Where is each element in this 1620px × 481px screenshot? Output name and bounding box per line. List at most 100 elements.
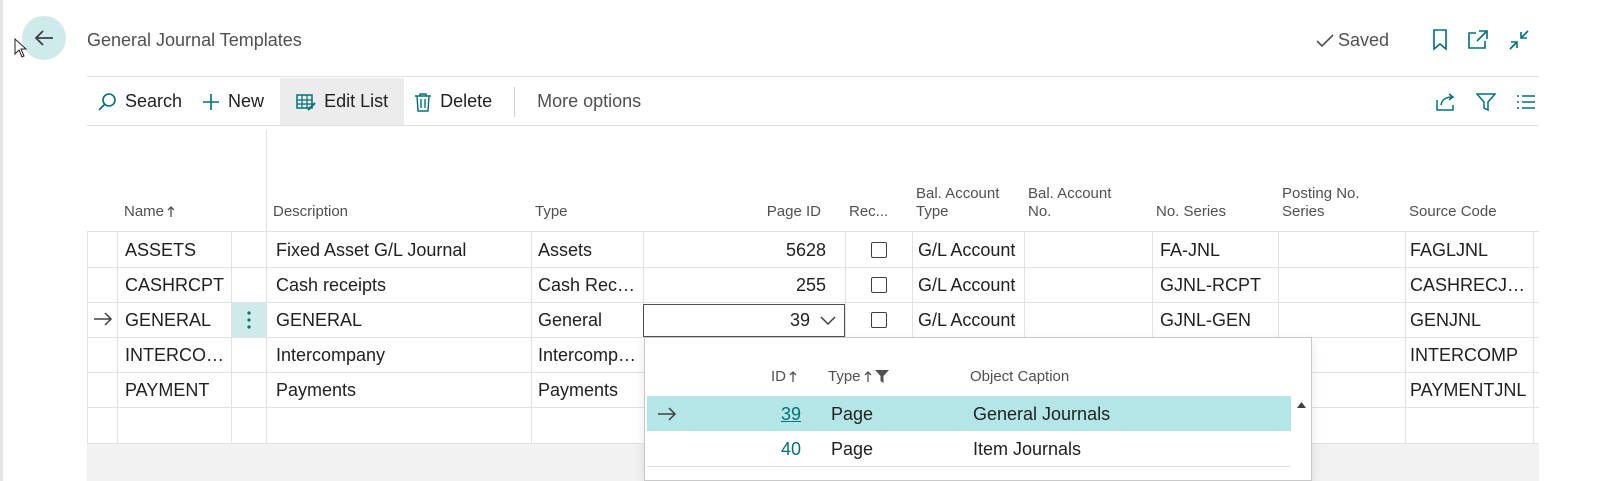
collapse-icon (1509, 30, 1529, 50)
search-button[interactable]: Search (87, 78, 192, 125)
cell-description[interactable]: Fixed Asset G/L Journal (276, 240, 526, 261)
cell-no-series[interactable]: GJNL-GEN (1160, 310, 1276, 331)
cell-source-code[interactable]: GENJNL (1410, 310, 1530, 331)
cell-source-code[interactable]: PAYMENTJNL (1410, 380, 1530, 401)
scroll-up-icon[interactable] (1297, 402, 1306, 408)
lookup-scrollbar[interactable] (1291, 396, 1311, 480)
lookup-header-id[interactable]: ID (771, 368, 797, 385)
sort-ascending-icon (167, 206, 175, 217)
recurring-checkbox[interactable] (871, 242, 887, 258)
cell-name[interactable]: ASSETS (125, 240, 229, 261)
cell-description[interactable]: Payments (276, 380, 526, 401)
posting-no-series-line1: Posting No. (1282, 185, 1360, 202)
cell-bal-account-type[interactable]: G/L Account (918, 240, 1022, 261)
lookup-row[interactable]: 40 Page Item Journals (647, 431, 1291, 466)
back-button[interactable] (22, 16, 66, 60)
grid-vline (912, 231, 913, 337)
cell-no-series[interactable]: GJNL-RCPT (1160, 275, 1276, 296)
cell-page-id[interactable]: 255 (650, 275, 826, 296)
row-arrow-icon (658, 407, 677, 421)
chevron-down-icon[interactable] (820, 315, 836, 326)
frozen-column-separator (266, 130, 267, 443)
column-header-name[interactable]: Name (124, 203, 175, 221)
action-separator (514, 86, 516, 117)
cell-bal-account-type[interactable]: G/L Account (918, 275, 1022, 296)
saved-label: Saved (1338, 30, 1390, 50)
row-actions-button[interactable] (232, 303, 266, 337)
cell-source-code[interactable]: INTERCOMP (1410, 345, 1530, 366)
open-new-window-icon (1468, 30, 1488, 49)
page-id-lookup-field[interactable]: 39 (643, 304, 845, 337)
cell-type[interactable]: Intercompa... (538, 345, 641, 366)
delete-button[interactable]: Delete (404, 78, 502, 125)
edit-list-button[interactable]: Edit List (280, 78, 405, 125)
lookup-cell-id[interactable]: 40 (747, 439, 801, 460)
page-id-lookup-value: 39 (789, 310, 810, 330)
cell-source-code[interactable]: CASHRECJNL (1410, 275, 1530, 296)
page-id-lookup-dropdown: ID Type Object Caption 39 Page General J… (644, 337, 1312, 481)
filter-icon (874, 370, 889, 383)
cell-type[interactable]: Cash Recei... (538, 275, 641, 296)
row-arrow-icon (94, 312, 113, 326)
filter-icon (1476, 92, 1496, 111)
list-view-icon (1517, 94, 1535, 109)
cell-description[interactable]: Cash receipts (276, 275, 526, 296)
cell-type[interactable]: General (538, 310, 641, 331)
column-header-description[interactable]: Description (273, 203, 348, 221)
bookmark-button[interactable] (1427, 27, 1453, 53)
column-header-bal-account-type[interactable]: Bal. Account Type (916, 185, 999, 221)
grid-vline (231, 231, 232, 443)
open-new-window-button[interactable] (1465, 27, 1491, 53)
bookmark-icon (1433, 29, 1447, 51)
mouse-cursor-icon (14, 38, 28, 58)
saved-status: Saved (1316, 30, 1389, 51)
cell-source-code[interactable]: FAGLJNL (1410, 240, 1530, 261)
cell-name[interactable]: GENERAL (125, 310, 229, 331)
header-divider (87, 76, 1539, 77)
lookup-header-type[interactable]: Type (828, 368, 889, 385)
column-header-no-series[interactable]: No. Series (1156, 203, 1226, 221)
column-header-recurring[interactable]: Rec... (849, 203, 888, 221)
new-button[interactable]: New (192, 78, 274, 125)
grid-line (87, 267, 1539, 268)
recurring-checkbox[interactable] (871, 277, 887, 293)
lookup-header-caption[interactable]: Object Caption (970, 368, 1069, 385)
column-header-page-id[interactable]: Page ID (735, 203, 821, 221)
column-header-name-label: Name (124, 203, 165, 220)
more-options-button[interactable]: More options (527, 78, 651, 125)
cell-description[interactable]: Intercompany (276, 345, 526, 366)
cell-type[interactable]: Payments (538, 380, 641, 401)
collapse-button[interactable] (1506, 27, 1532, 53)
cell-bal-account-type[interactable]: G/L Account (918, 310, 1022, 331)
cell-name[interactable]: CASHRCPT (125, 275, 229, 296)
sort-ascending-icon (789, 370, 797, 382)
share-button[interactable] (1433, 89, 1459, 115)
edit-list-icon (296, 93, 316, 111)
grid-vline (1405, 231, 1406, 443)
bal-account-no-line1: Bal. Account (1028, 185, 1112, 202)
action-bar: Search New Edit List Delete More options (87, 78, 1539, 125)
list-view-button[interactable] (1513, 89, 1539, 115)
cell-description[interactable]: GENERAL (276, 310, 526, 331)
lookup-cell-id[interactable]: 39 (747, 404, 801, 425)
grid-vline (1278, 231, 1279, 337)
cell-no-series[interactable]: FA-JNL (1160, 240, 1276, 261)
bal-account-type-line1: Bal. Account (916, 185, 1000, 202)
search-icon (98, 92, 116, 111)
right-actions (1433, 78, 1539, 125)
column-header-source-code[interactable]: Source Code (1409, 203, 1497, 221)
lookup-header-type-label: Type (828, 368, 861, 385)
recurring-checkbox[interactable] (871, 312, 887, 328)
grid-vline (1152, 231, 1153, 337)
column-header-type[interactable]: Type (535, 203, 568, 221)
cell-name[interactable]: INTERCOMP (125, 345, 229, 366)
cell-name[interactable]: PAYMENT (125, 380, 229, 401)
sort-ascending-icon (864, 370, 871, 382)
column-header-posting-no-series[interactable]: Posting No. Series (1282, 185, 1360, 221)
lookup-row-selected[interactable]: 39 Page General Journals (647, 396, 1291, 431)
cell-type[interactable]: Assets (538, 240, 641, 261)
grid-vline (87, 231, 88, 443)
column-header-bal-account-no[interactable]: Bal. Account No. (1028, 185, 1111, 221)
filter-button[interactable] (1473, 89, 1499, 115)
cell-page-id[interactable]: 5628 (650, 240, 826, 261)
